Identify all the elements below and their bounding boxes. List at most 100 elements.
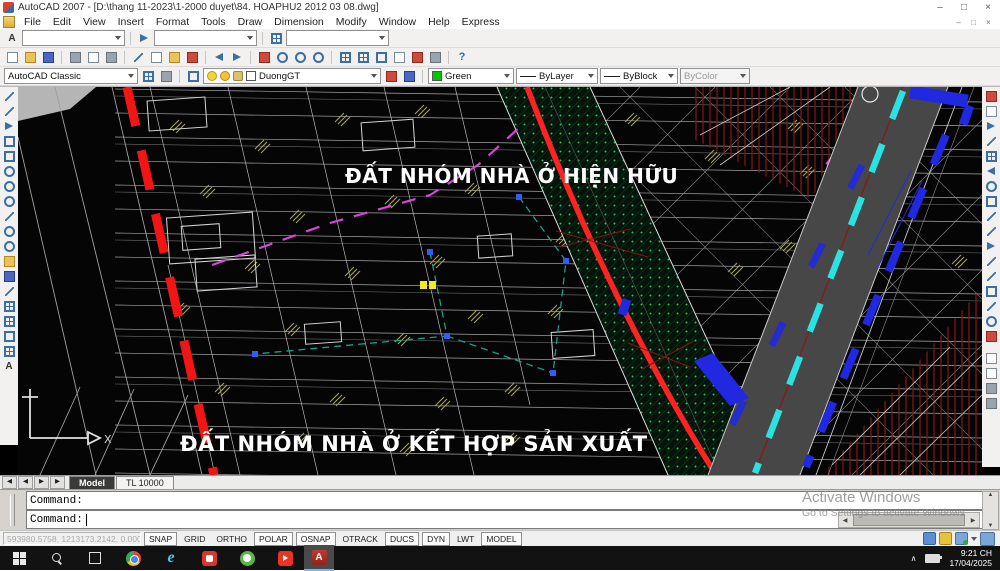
tray-caret-icon[interactable]: ∧	[911, 554, 917, 563]
toggle-ortho[interactable]: ORTHO	[212, 533, 251, 545]
battery-icon[interactable]	[925, 554, 940, 563]
region-icon[interactable]	[2, 329, 17, 343]
draworder-send-back-icon[interactable]	[984, 366, 999, 380]
clean-screen-icon[interactable]	[980, 532, 995, 546]
point-icon[interactable]	[2, 284, 17, 298]
table-style-combo[interactable]	[286, 30, 389, 46]
ellipse-icon[interactable]	[2, 224, 17, 238]
properties-icon[interactable]	[337, 50, 353, 65]
plot-icon[interactable]	[67, 50, 83, 65]
multiline-text-icon[interactable]: A	[2, 359, 17, 373]
zoom-window-icon[interactable]	[292, 50, 308, 65]
chrome-icon[interactable]	[114, 546, 152, 570]
break-icon[interactable]	[984, 269, 999, 283]
copy-icon[interactable]	[984, 104, 999, 118]
close-button[interactable]: ×	[976, 0, 1000, 15]
workspace-settings-icon[interactable]	[140, 69, 156, 84]
open-icon[interactable]	[22, 50, 38, 65]
toggle-grid[interactable]: GRID	[180, 533, 209, 545]
hatch-icon[interactable]	[2, 299, 17, 313]
menu-tools[interactable]: Tools	[195, 16, 232, 28]
toggle-polar[interactable]: POLAR	[254, 532, 293, 546]
scroll-up-icon[interactable]: ▲	[988, 492, 994, 498]
undo-icon[interactable]	[211, 50, 227, 65]
toggle-model[interactable]: MODEL	[481, 532, 521, 546]
chamfer-icon[interactable]	[984, 299, 999, 313]
join-icon[interactable]	[984, 284, 999, 298]
menu-window[interactable]: Window	[373, 16, 422, 28]
toggle-osnap[interactable]: OSNAP	[296, 532, 336, 546]
document-icon[interactable]	[3, 16, 15, 28]
circle-icon[interactable]	[2, 179, 17, 193]
tab-next-button[interactable]: ▶	[34, 476, 49, 489]
drawing-canvas[interactable]: X ĐẤT NHÓM NHÀ Ở HIỆN HỮU ĐẤT NHÓM NHÀ Ở…	[18, 87, 982, 475]
insert-block-icon[interactable]	[2, 254, 17, 268]
arc-icon[interactable]	[2, 164, 17, 178]
dim-style-icon[interactable]	[136, 31, 152, 46]
scrollbar-thumb[interactable]	[853, 514, 965, 526]
publish-icon[interactable]	[103, 50, 119, 65]
save-workspace-icon[interactable]	[158, 69, 174, 84]
tray-menu-caret-icon[interactable]	[971, 537, 977, 541]
menu-express[interactable]: Express	[456, 16, 506, 28]
scroll-right-icon[interactable]: ▶	[967, 517, 979, 524]
polyline-icon[interactable]	[2, 119, 17, 133]
menu-draw[interactable]: Draw	[232, 16, 269, 28]
doc-restore-button[interactable]: □	[966, 18, 981, 27]
polygon-icon[interactable]	[2, 134, 17, 148]
menu-format[interactable]: Format	[150, 16, 195, 28]
color-combo[interactable]: Green	[428, 68, 514, 84]
communication-center-icon[interactable]	[923, 532, 936, 545]
table-style-icon[interactable]	[268, 31, 284, 46]
cut-icon[interactable]	[130, 50, 146, 65]
line-icon[interactable]	[2, 89, 17, 103]
toggle-dyn[interactable]: DYN	[422, 532, 450, 546]
rectangle-icon[interactable]	[2, 149, 17, 163]
spline-icon[interactable]	[2, 209, 17, 223]
erase-icon[interactable]	[984, 89, 999, 103]
layer-manager-icon[interactable]	[185, 69, 201, 84]
scroll-left-icon[interactable]: ◀	[839, 517, 851, 524]
fillet-icon[interactable]	[984, 314, 999, 328]
help-icon[interactable]: ?	[454, 50, 470, 65]
toggle-snap[interactable]: SNAP	[144, 532, 177, 546]
trim-icon[interactable]	[984, 224, 999, 238]
command-window-grip[interactable]	[0, 490, 26, 530]
tool-palettes-icon[interactable]	[373, 50, 389, 65]
extend-icon[interactable]	[984, 239, 999, 253]
menu-view[interactable]: View	[77, 16, 112, 28]
menu-edit[interactable]: Edit	[47, 16, 77, 28]
match-properties-icon[interactable]	[184, 50, 200, 65]
mirror-icon[interactable]	[984, 119, 999, 133]
toggle-otrack[interactable]: OTRACK	[339, 533, 382, 545]
autocad-taskbar-icon[interactable]: A	[304, 545, 334, 571]
save-icon[interactable]	[40, 50, 56, 65]
doc-close-button[interactable]: ×	[981, 18, 996, 27]
dim-style-combo[interactable]	[154, 30, 257, 46]
status-tray-settings-icon[interactable]	[955, 532, 968, 545]
copy-clip-icon[interactable]	[148, 50, 164, 65]
array-icon[interactable]	[984, 149, 999, 163]
menu-help[interactable]: Help	[422, 16, 456, 28]
zoom-realtime-icon[interactable]	[274, 50, 290, 65]
tab-first-button[interactable]: ◀	[2, 476, 17, 489]
tab-last-button[interactable]: ▶	[50, 476, 65, 489]
pan-icon[interactable]	[256, 50, 272, 65]
layer-combo[interactable]: DuongGT	[203, 68, 381, 84]
toggle-lwt[interactable]: LWT	[453, 533, 478, 545]
construction-line-icon[interactable]	[2, 104, 17, 118]
toolbar-lock-icon[interactable]	[939, 532, 952, 545]
designcenter-icon[interactable]	[355, 50, 371, 65]
command-history-line[interactable]: Command:	[26, 491, 983, 510]
command-hscrollbar[interactable]: ◀ ▶	[838, 512, 980, 528]
linetype-combo[interactable]: ByLayer	[516, 68, 598, 84]
menu-dimension[interactable]: Dimension	[268, 16, 330, 28]
menu-file[interactable]: File	[18, 16, 47, 28]
zoom-previous-icon[interactable]	[310, 50, 326, 65]
layer-previous-icon[interactable]	[383, 69, 399, 84]
layer-lock-icon[interactable]	[233, 71, 243, 81]
taskbar-search-icon[interactable]	[38, 546, 76, 570]
layer-states-icon[interactable]	[401, 69, 417, 84]
taskbar-clock[interactable]: 9:21 CH 17/04/2025	[949, 548, 992, 568]
offset-icon[interactable]	[984, 134, 999, 148]
